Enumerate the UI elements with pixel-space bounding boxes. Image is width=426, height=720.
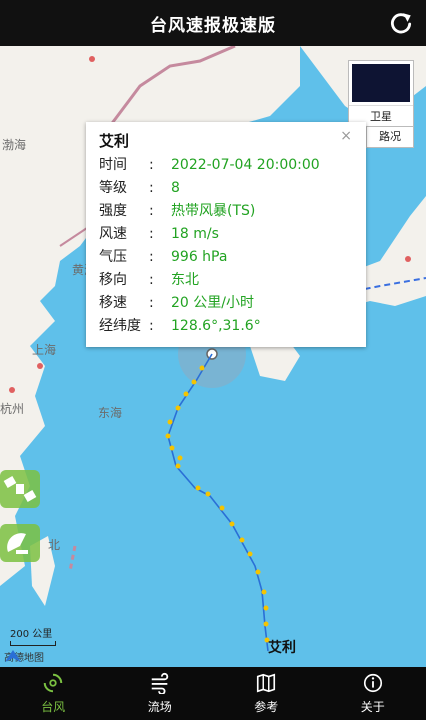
info-key: 气压	[99, 249, 127, 265]
info-key: 经纬度	[99, 318, 141, 334]
info-value: 18 m/s	[171, 226, 219, 242]
typhoon-map[interactable]: 渤海 黄海 上海 杭州 东海 北 级 卫星 路况 200 公里 高德地图 艾利 …	[0, 46, 426, 667]
map-label: 东海	[98, 406, 123, 420]
info-colon: :	[149, 180, 154, 196]
typhoon-name: 艾利	[99, 132, 130, 150]
info-key: 移速	[99, 295, 127, 311]
wind-flow-icon	[151, 672, 168, 694]
tab-wind-flow[interactable]: 流场	[107, 667, 214, 720]
map-icon	[257, 673, 276, 693]
tab-label: 关于	[360, 700, 385, 714]
info-colon: :	[149, 249, 154, 265]
info-row-intensity: 强度 : 热带风暴(TS)	[99, 200, 364, 222]
amap-logo-icon	[5, 650, 21, 662]
info-colon: :	[149, 318, 154, 334]
typhoon-icon	[43, 673, 63, 693]
info-row-coordinates: 经纬度 : 128.6°,31.6°	[99, 315, 364, 337]
info-value: 热带风暴(TS)	[171, 203, 256, 219]
info-colon: :	[149, 295, 154, 311]
info-colon: :	[149, 157, 154, 173]
info-key: 风速	[99, 226, 127, 242]
info-row-time: 时间 : 2022-07-04 20:00:00	[99, 154, 364, 176]
info-value: 2022-07-04 20:00:00	[171, 157, 320, 173]
info-value: 128.6°,31.6°	[171, 318, 261, 334]
info-value: 东北	[171, 272, 199, 288]
info-key: 移向	[99, 272, 127, 288]
tab-label: 流场	[147, 700, 172, 714]
tab-about[interactable]: 关于	[320, 667, 426, 720]
info-icon	[363, 673, 382, 693]
info-colon: :	[149, 226, 154, 242]
info-row-level: 等级 : 8	[99, 177, 364, 199]
tab-label: 参考	[254, 700, 279, 714]
tab-reference[interactable]: 参考	[213, 667, 320, 720]
info-row-wind-speed: 风速 : 18 m/s	[99, 223, 364, 245]
info-key: 时间	[99, 157, 127, 173]
info-key: 等级	[99, 180, 127, 196]
app-title: 台风速报极速版	[150, 15, 276, 36]
refresh-icon[interactable]	[388, 10, 414, 36]
info-colon: :	[149, 203, 154, 219]
typhoon-name-tag[interactable]: 艾利	[268, 637, 296, 657]
tab-typhoon[interactable]: 台风	[0, 667, 107, 720]
info-key: 强度	[99, 203, 127, 219]
typhoon-info-popup: × 艾利 时间 : 2022-07-04 20:00:00 等级 : 8 强度 …	[86, 122, 366, 347]
satellite-thumbnail	[352, 64, 410, 102]
scale-label: 200 公里	[10, 629, 53, 640]
map-label: 杭州	[0, 402, 25, 416]
satellite-layer-button[interactable]: 卫星	[348, 60, 414, 128]
info-value: 8	[171, 180, 180, 196]
info-row-pressure: 气压 : 996 hPa	[99, 246, 364, 268]
map-label: 上海	[32, 343, 57, 357]
road-layer-button[interactable]: 路况	[366, 126, 414, 148]
info-colon: :	[149, 272, 154, 288]
tab-label: 台风	[41, 700, 66, 714]
scale-bar	[10, 641, 56, 646]
info-value: 20 公里/小时	[171, 295, 254, 311]
radar-icon[interactable]	[0, 524, 40, 562]
map-label: 渤海	[2, 138, 27, 152]
map-attribution: 高德地图	[4, 649, 44, 664]
map-label: 北	[48, 538, 61, 552]
satellite-icon[interactable]	[0, 470, 40, 508]
bottom-tab-bar: 台风 流场 参考 关于	[0, 667, 426, 720]
close-icon[interactable]: ×	[340, 128, 352, 144]
info-row-direction: 移向 : 东北	[99, 269, 364, 291]
info-row-move-speed: 移速 : 20 公里/小时	[99, 292, 364, 314]
title-bar: 台风速报极速版	[0, 0, 426, 46]
info-value: 996 hPa	[171, 249, 228, 265]
map-scale: 200 公里	[10, 625, 56, 646]
